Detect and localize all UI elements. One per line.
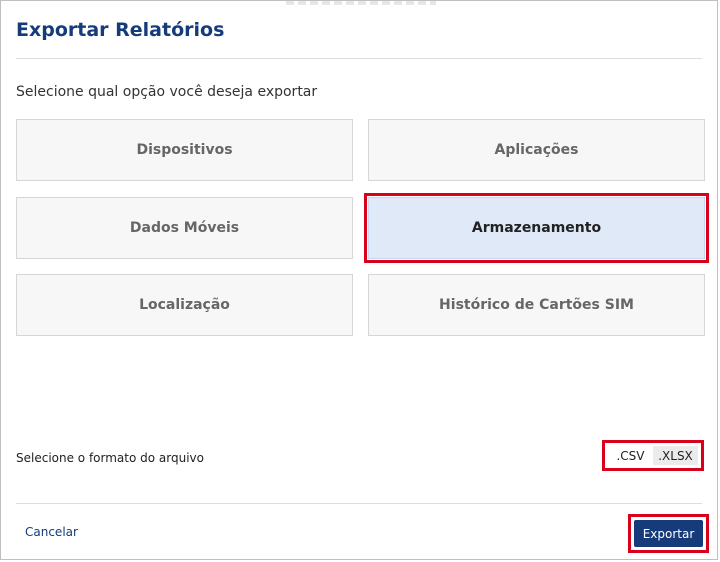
format-xlsx-button[interactable]: .XLSX [653, 446, 698, 465]
export-prompt: Selecione qual opção você deseja exporta… [16, 84, 318, 100]
option-historico-cartoes-sim[interactable]: Histórico de Cartões SIM [368, 274, 705, 336]
background-bleed [286, 1, 436, 5]
header-divider [16, 58, 702, 59]
export-reports-dialog: Exportar Relatórios Selecione qual opção… [0, 0, 718, 560]
report-options-grid: Dispositivos Aplicações Dados Móveis Arm… [16, 119, 709, 339]
option-dispositivos[interactable]: Dispositivos [16, 119, 353, 181]
export-button[interactable]: Exportar [634, 520, 703, 547]
option-localizacao[interactable]: Localização [16, 274, 353, 336]
format-csv-button[interactable]: .CSV [608, 446, 653, 465]
export-button-highlight: Exportar [628, 514, 709, 553]
option-dados-moveis[interactable]: Dados Móveis [16, 197, 353, 259]
format-label: Selecione o formato do arquivo [16, 451, 204, 465]
format-toggle: .CSV .XLSX [602, 440, 704, 471]
footer-divider [16, 503, 702, 504]
dialog-title: Exportar Relatórios [16, 19, 225, 41]
cancel-button[interactable]: Cancelar [25, 525, 78, 539]
option-armazenamento[interactable]: Armazenamento [364, 193, 709, 263]
option-aplicacoes[interactable]: Aplicações [368, 119, 705, 181]
